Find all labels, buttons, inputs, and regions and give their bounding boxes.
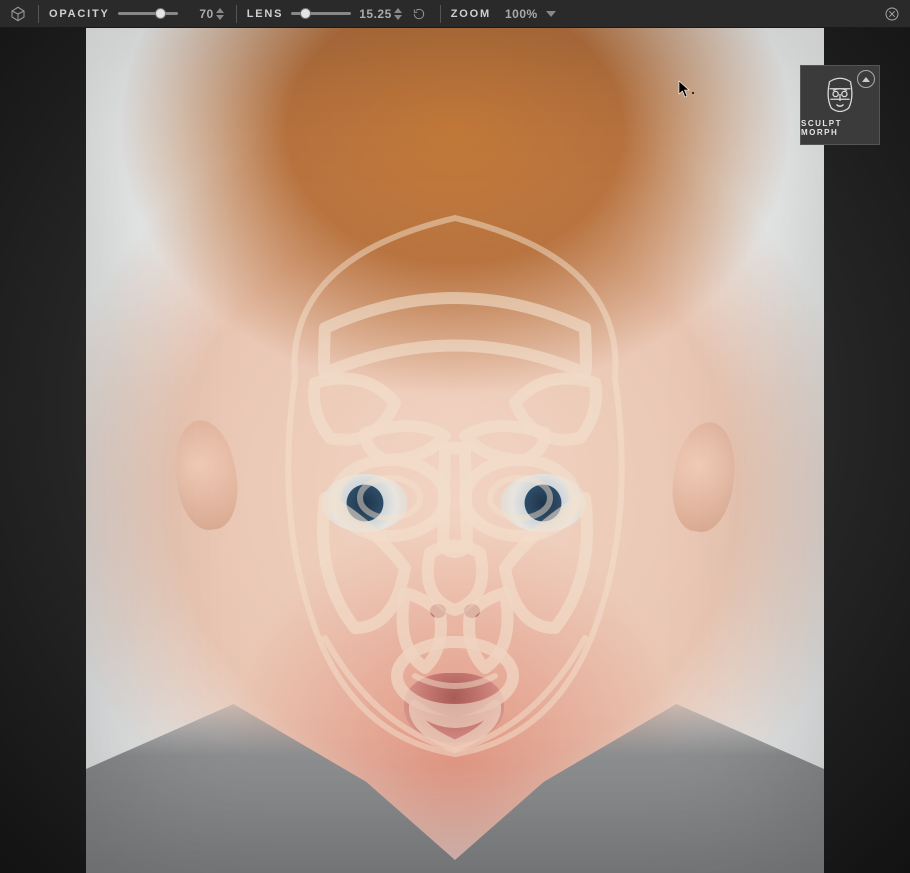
zoom-dropdown-icon[interactable] [546,11,556,17]
separator [440,5,441,23]
lens-value: 15.25 [359,7,392,21]
lens-slider[interactable] [291,12,351,15]
zoom-value: 100% [505,7,538,21]
canvas-stage: SCULPT MORPH [0,28,910,873]
tool-expand-icon[interactable] [857,70,875,88]
opacity-slider[interactable] [118,12,178,15]
opacity-stepper[interactable] [216,7,224,21]
opacity-value: 70 [186,7,214,21]
subject-photo [86,28,824,873]
tool-label: SCULPT MORPH [801,119,879,137]
top-toolbar: OPACITY 70 LENS 15.25 ZOOM 100% [0,0,910,28]
image-viewport[interactable] [86,28,824,873]
face-wireframe-icon [822,73,858,115]
lens-stepper[interactable] [394,7,402,21]
wireframe-cube-icon[interactable] [6,2,30,26]
close-icon[interactable] [880,2,904,26]
separator [236,5,237,23]
lens-label: LENS [247,8,284,20]
opacity-label: OPACITY [49,8,110,20]
sculpt-morph-tool[interactable]: SCULPT MORPH [800,65,880,145]
separator [38,5,39,23]
lens-reset-icon[interactable] [410,5,428,23]
zoom-label: ZOOM [451,8,491,20]
